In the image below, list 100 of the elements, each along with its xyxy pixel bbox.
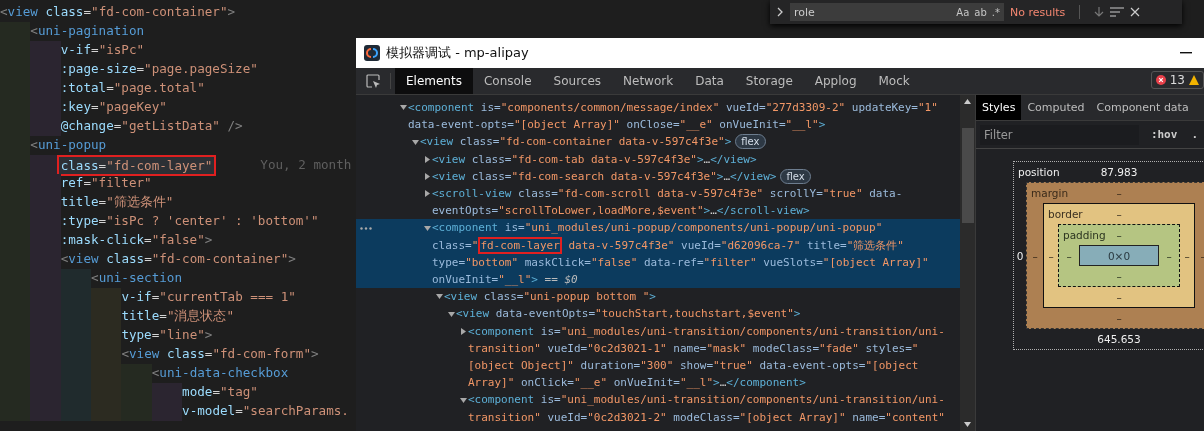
box-label: margin	[1031, 187, 1070, 199]
result-status: No results	[1010, 5, 1066, 19]
scroll-down-icon[interactable]	[964, 422, 971, 427]
error-badge[interactable]: 13	[1150, 71, 1204, 89]
code-line: :type="isPc ? 'center' : 'bottom'"	[0, 212, 319, 231]
node-markup: <component is="uni_modules/uni-popup/components/uni-popup/uni-popup" class=" fd-com-layer data-v-597c4f3e" vueId="d62096ca-7" title="筛选条件" type="bottom" maskClick="false" data-ref="filter" vueSlots="[object Array]" onVueInit="__l"> == $0	[432, 220, 930, 289]
collapse-arrow-icon[interactable]	[460, 396, 467, 404]
devtools-tab[interactable]: Console	[472, 68, 543, 94]
inspect-element-icon[interactable]	[366, 73, 381, 89]
menu-icon[interactable]	[1110, 7, 1125, 17]
code-line: <uni-pagination	[0, 22, 145, 41]
code-line: <view class="fd-com-container">	[0, 3, 236, 21]
content-size: 0×0	[1107, 249, 1131, 262]
error-icon	[1155, 75, 1166, 85]
box-label: padding	[1063, 229, 1107, 241]
scrollbar[interactable]	[960, 95, 975, 431]
code-line: :page-size="page.pageSize"	[0, 60, 258, 79]
scrollbar-thumb[interactable]	[961, 128, 974, 223]
expand-arrow-icon[interactable]	[424, 190, 431, 198]
code-line: <view class="fd-com-form">	[0, 345, 319, 364]
collapse-arrow-icon[interactable]	[400, 104, 407, 112]
code-line: v-if="currentTab === 1"	[0, 288, 296, 307]
code-line: <uni-popup	[0, 136, 107, 155]
error-count: 13	[1169, 73, 1185, 87]
devtools-tab[interactable]: Storage	[734, 68, 804, 94]
node-markup: <component is="components/common/message/index" vueId="277d3309-2" updateKey="1" data-event-opts="[object Array]" onClose="__e" onVueInit="__l">	[408, 100, 939, 134]
selected-row[interactable]	[356, 219, 960, 289]
devtools-tab[interactable]: Applog	[803, 68, 868, 94]
code-line: :mask-click="false">	[0, 231, 213, 250]
devtools-tab[interactable]: Network	[612, 68, 685, 94]
search-option-toggle[interactable]: .*	[991, 6, 1000, 18]
box-value: 0	[1016, 249, 1024, 262]
box-label: border	[1048, 208, 1084, 220]
collapse-arrow-icon[interactable]	[424, 224, 431, 232]
code-line: class="fd-com-layer"	[0, 155, 217, 174]
collapse-arrow-icon[interactable]	[436, 293, 443, 301]
code-line: :total="page.total"	[0, 79, 205, 98]
box-value: –	[1116, 229, 1122, 241]
code-line: <uni-section	[0, 269, 183, 288]
code-line: :key="pageKey"	[0, 98, 167, 117]
expand-arrow-icon[interactable]	[424, 155, 431, 163]
warning-icon	[1189, 75, 1199, 85]
code-line: <uni-data-checkbox	[0, 364, 289, 383]
minimize-icon[interactable]	[1180, 52, 1192, 54]
node-markup: <scroll-view class="fd-com-scroll data-v-597c4f3e" scrollY="true" data-eventOpts="scrollToLower,loadMore,$event">…</scroll-view>	[432, 186, 904, 220]
window-title: 模拟器调试 - mp-alipay	[386, 44, 529, 62]
app-logo-icon	[364, 45, 380, 61]
box-value: –	[1184, 249, 1190, 262]
code-line: type="line">	[0, 326, 213, 345]
close-icon[interactable]	[1130, 7, 1141, 17]
code-line: title="消息状态"	[0, 307, 235, 326]
node-markup: <view data-eventOpts="touchStart,touchstart,$event">	[456, 306, 801, 323]
code-line: ref="filter"	[0, 174, 152, 193]
box-value: 87.983	[1100, 166, 1138, 178]
scroll-up-icon[interactable]	[964, 99, 971, 104]
box-value: –	[1048, 249, 1054, 262]
code-line: mode="tag"	[0, 383, 258, 402]
blame-annotation: You, 2 month	[260, 156, 352, 174]
node-markup: <component is="uni_modules/uni-transition/components/uni-transition/uni-transition" vueId="0c2d3021-1" name="mask" modeClass="fade" styles="[object Object]" duration="300" show="true" data-event-opts="[object Array]" onClick="__e" onVueInit="__l">…</component>	[468, 323, 946, 392]
box-value: –	[1116, 270, 1122, 282]
box-value: 645.653	[1097, 333, 1141, 345]
expand-arrow-icon[interactable]	[424, 172, 431, 180]
code-line: v-if="isPc"	[0, 41, 145, 60]
find-field[interactable]: role Aa ab .*	[790, 3, 1004, 21]
node-markup: <component is="uni_modules/uni-transition/components/uni-transition/uni-transition" vueId="0c2d3021-2" modeClass="[object Array]" name="content"	[468, 392, 946, 426]
box-value: –	[1116, 312, 1122, 324]
chevron-right-icon[interactable]	[776, 7, 784, 17]
box-value: –	[1166, 249, 1172, 262]
devtools-tab[interactable]: Mock	[867, 68, 921, 94]
node-markup: <view class="fd-com-container data-v-597c4f3e">	[420, 134, 732, 151]
node-markup: <view class="fd-com-search data-v-597c4f3e">…</view>	[432, 168, 777, 185]
code-line: v-model="searchParams.	[0, 402, 349, 421]
hov-button[interactable]: :hov	[1148, 128, 1180, 141]
collapse-arrow-icon[interactable]	[412, 138, 419, 146]
search-option-toggle[interactable]: ab	[974, 6, 987, 18]
devtools-tab[interactable]: Data	[684, 68, 735, 94]
layout-badge[interactable]: flex	[735, 134, 766, 150]
arrow-down-icon[interactable]	[1094, 6, 1105, 18]
code-line: <view class="fd-com-container">	[0, 250, 296, 269]
search-option-toggle[interactable]: Aa	[956, 6, 970, 18]
box-value: –	[1116, 187, 1122, 199]
class-button[interactable]: .	[1189, 128, 1200, 141]
styles-tab[interactable]: Computed	[1021, 95, 1091, 120]
box-value: –	[1066, 249, 1072, 262]
styles-tab[interactable]: Styles	[976, 95, 1022, 120]
styles-tab[interactable]: Component data	[1090, 95, 1195, 120]
devtools-tab[interactable]: Elements	[395, 68, 473, 94]
box-value: –	[1116, 291, 1122, 303]
layout-badge[interactable]: flex	[780, 168, 811, 184]
collapse-arrow-icon[interactable]	[448, 310, 455, 318]
more-icon[interactable]	[360, 226, 372, 230]
code-line: title="筛选条件"	[0, 193, 174, 212]
devtools-tab[interactable]: Sources	[542, 68, 613, 94]
expand-arrow-icon[interactable]	[460, 327, 467, 335]
box-label: position	[1018, 166, 1061, 178]
node-markup: <view class="fd-com-tab data-v-597c4f3e">…</view>	[432, 151, 757, 168]
filter-field[interactable]: Filter	[980, 124, 1139, 145]
node-markup: <view class="uni-popup bottom ">	[444, 289, 656, 306]
box-value: –	[1116, 208, 1122, 220]
box-value: –	[1032, 249, 1038, 262]
